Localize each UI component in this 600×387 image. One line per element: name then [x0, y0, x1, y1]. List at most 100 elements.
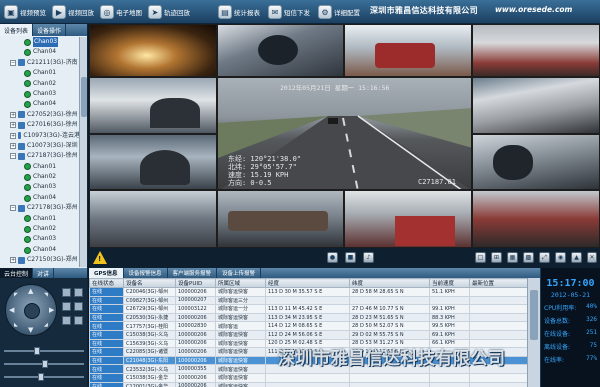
- device-tree-scrollbar[interactable]: [79, 37, 87, 267]
- tree-channel-item[interactable]: Chan02: [0, 224, 80, 234]
- iris-open-button[interactable]: [62, 316, 71, 325]
- layout-9-icon[interactable]: ▦: [507, 252, 518, 263]
- lock-icon[interactable]: ▲: [571, 252, 582, 263]
- settings-button[interactable]: ⚙ 详细配置: [318, 3, 360, 21]
- column-header[interactable]: 所属区域: [215, 278, 266, 288]
- tab-device-alarm[interactable]: 设备报警信息: [124, 268, 168, 278]
- tree-device-item[interactable]: + C10973(3G)-连云港: [0, 131, 80, 141]
- focus-near-button[interactable]: [62, 302, 71, 311]
- video-tile[interactable]: [89, 134, 217, 190]
- tree-device-item[interactable]: − C27178(3G)-郑州: [0, 203, 80, 213]
- layout-1-icon[interactable]: □: [475, 252, 486, 263]
- tree-channel-item[interactable]: Chan01: [0, 68, 80, 78]
- ptz-right-icon[interactable]: ▶: [49, 306, 54, 314]
- sound-icon[interactable]: ♪: [363, 252, 374, 263]
- column-header[interactable]: 设备名: [123, 278, 176, 288]
- video-tile[interactable]: [89, 190, 217, 248]
- column-header[interactable]: 当前速度: [429, 278, 470, 288]
- video-tile[interactable]: [472, 24, 600, 77]
- ptz-center-button[interactable]: [24, 303, 40, 319]
- tree-channel-item[interactable]: Chan04: [0, 193, 80, 203]
- tree-channel-item[interactable]: Chan04: [0, 47, 80, 57]
- table-row[interactable]: 在线 C15038(3G)-义乌 100000206 城际客运快客 112 D 24 M…: [89, 329, 528, 340]
- tree-channel-item[interactable]: Chan04: [0, 99, 80, 109]
- table-row[interactable]: 在线 C09827(3G)-邹州 100000207 城际客运三分: [89, 295, 528, 306]
- video-tile[interactable]: [472, 134, 600, 190]
- scroll-thumb[interactable]: [81, 77, 87, 117]
- tree-device-item[interactable]: + C27052(3G)-徐州: [0, 110, 80, 120]
- tree-channel-item[interactable]: Chan04: [0, 245, 80, 255]
- layout-4-icon[interactable]: ⊞: [491, 252, 502, 263]
- video-tile[interactable]: [217, 190, 344, 248]
- table-row[interactable]: 在线 C20530(3G)-永捷 100000206 城际客运快客 113 D 34 M…: [89, 312, 528, 323]
- ptz-direction-pad[interactable]: ▲ ▼ ◀ ▶ ◤ ◥ ◣ ◢: [5, 284, 57, 336]
- video-tile[interactable]: [89, 24, 217, 77]
- video-tile[interactable]: [89, 77, 217, 134]
- layout-16-icon[interactable]: ▩: [523, 252, 534, 263]
- expand-toggle-icon[interactable]: −: [10, 153, 16, 160]
- ptz-down-icon[interactable]: ▼: [28, 326, 33, 334]
- expand-toggle-icon[interactable]: −: [10, 205, 16, 212]
- track-playback-button[interactable]: ➤ 轨迹回放: [148, 3, 190, 21]
- report-button[interactable]: ▤ 统计报表: [218, 3, 260, 21]
- ptz-up-left-icon[interactable]: ◤: [14, 292, 18, 298]
- tree-channel-item[interactable]: Chan03: [0, 37, 80, 48]
- tab-device-list[interactable]: 设备列表: [0, 24, 34, 36]
- tab-upload-alarm[interactable]: 设备上传报警: [217, 268, 262, 278]
- ptz-down-right-icon[interactable]: ◢: [44, 322, 48, 328]
- column-header[interactable]: 经度: [265, 278, 350, 288]
- expand-toggle-icon[interactable]: +: [10, 143, 16, 150]
- gps-scroll-thumb[interactable]: [530, 290, 538, 340]
- video-playback-button[interactable]: ▶ 视频回放: [52, 3, 94, 21]
- tab-gps-info[interactable]: GPS信息: [89, 268, 124, 278]
- video-tile[interactable]: [472, 190, 600, 248]
- expand-toggle-icon[interactable]: +: [10, 122, 16, 129]
- column-header[interactable]: 设备PUID: [175, 278, 216, 288]
- stop-icon[interactable]: ■: [345, 252, 356, 263]
- expand-toggle-icon[interactable]: +: [10, 257, 16, 264]
- column-header[interactable]: 在线状态: [89, 278, 124, 288]
- tree-device-item[interactable]: + C27150(3G)-郑州: [0, 255, 80, 265]
- tab-device-operation[interactable]: 设备操作: [33, 24, 67, 36]
- ptz-up-icon[interactable]: ▲: [28, 287, 33, 295]
- main-video-tile[interactable]: 2012年05月21日 星期一 15:16:56 东经: 120°21'38.0…: [217, 77, 472, 190]
- tree-device-item[interactable]: − C27187(3G)-徐州: [0, 151, 80, 161]
- iris-close-button[interactable]: [74, 316, 83, 325]
- ptz-left-icon[interactable]: ◀: [9, 306, 14, 314]
- video-tile[interactable]: [344, 190, 472, 248]
- sms-button[interactable]: ✉ 短信下发: [268, 3, 310, 21]
- table-row[interactable]: 在线 C17757(3G)-桂阳 100002830 城际客运 114 D 12 M 0…: [89, 321, 528, 331]
- contrast-slider[interactable]: [4, 359, 84, 369]
- column-header[interactable]: 最新位置: [469, 278, 528, 288]
- fullscreen-icon[interactable]: ⤢: [539, 252, 550, 263]
- video-tile[interactable]: [217, 24, 344, 77]
- focus-far-button[interactable]: [74, 302, 83, 311]
- close-all-icon[interactable]: ✕: [587, 252, 597, 263]
- expand-toggle-icon[interactable]: −: [10, 59, 16, 66]
- tree-device-item[interactable]: − C21211(3G)-济南: [0, 58, 80, 68]
- zoom-in-button[interactable]: [62, 288, 71, 297]
- video-tile[interactable]: [344, 24, 472, 77]
- saturation-slider[interactable]: [4, 372, 84, 382]
- tree-channel-item[interactable]: Chan02: [0, 79, 80, 89]
- table-row[interactable]: 在线 C15038(3G)-金华 100000206 城际客运快客: [89, 372, 528, 383]
- ptz-up-right-icon[interactable]: ◥: [44, 292, 48, 298]
- tree-channel-item[interactable]: Chan02: [0, 172, 80, 182]
- tree-channel-item[interactable]: Chan03: [0, 234, 80, 244]
- table-row[interactable]: 在线 C12001(3G)-金华 100000206 城际客运快客: [89, 381, 528, 387]
- expand-toggle-icon[interactable]: +: [10, 111, 16, 118]
- tab-intercom[interactable]: 对讲: [33, 268, 55, 278]
- video-tile[interactable]: [472, 77, 600, 134]
- ptz-down-left-icon[interactable]: ◣: [14, 322, 18, 328]
- expand-toggle-icon[interactable]: +: [10, 132, 16, 139]
- tab-ptz-control[interactable]: 云台控制: [0, 268, 34, 278]
- tree-channel-item[interactable]: Chan01: [0, 214, 80, 224]
- table-row[interactable]: 在线 C26729(3G)-邹州 100003122 城际客运一分 113 D 11 M…: [89, 304, 528, 314]
- brightness-slider[interactable]: [4, 346, 84, 356]
- tree-channel-item[interactable]: Chan03: [0, 89, 80, 99]
- tree-device-item[interactable]: + C10073(3G)-深圳: [0, 141, 80, 151]
- column-header[interactable]: 纬度: [349, 278, 430, 288]
- tree-device-item[interactable]: + C27016(3G)-徐州: [0, 120, 80, 130]
- zoom-out-button[interactable]: [74, 288, 83, 297]
- table-row[interactable]: 在线 C20046(3G)-邹州 100000206 城际客运快客 113 D 30 M…: [89, 287, 528, 297]
